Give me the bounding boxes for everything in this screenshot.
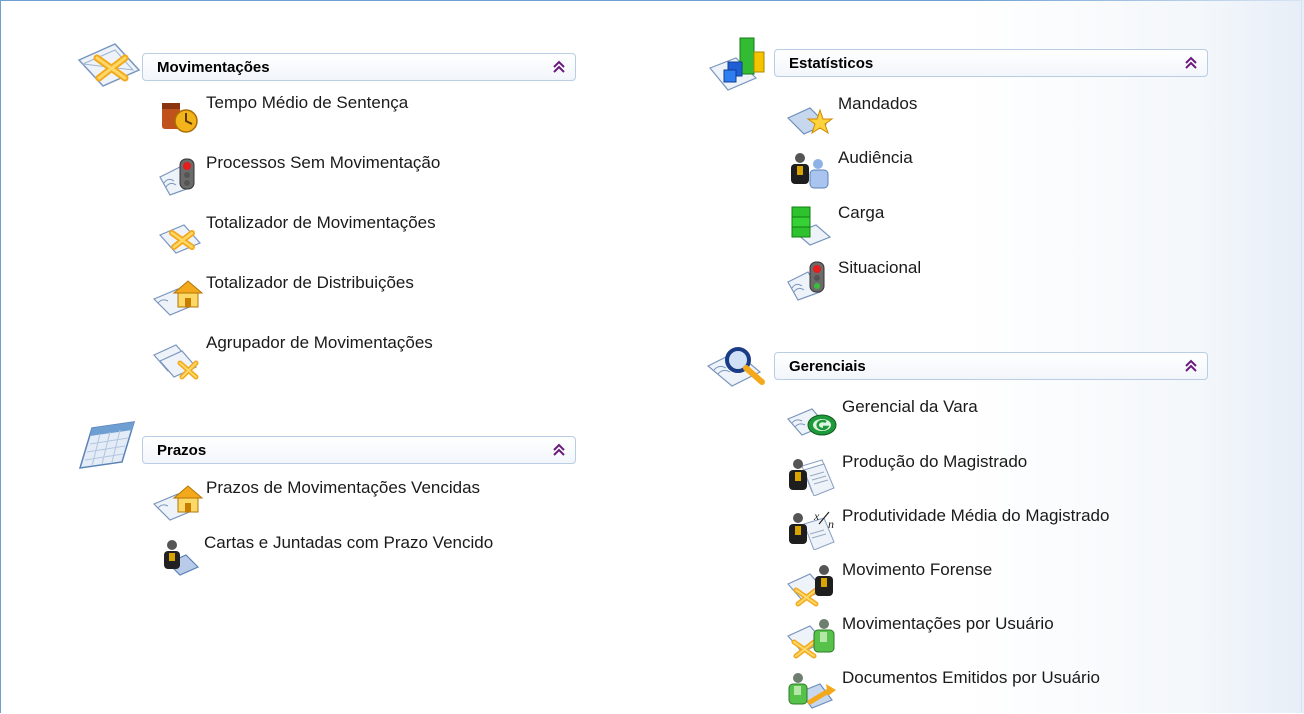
- menu-item-situacional[interactable]: Situacional: [786, 258, 986, 301]
- menu-item-label: Totalizador de Distribuições: [206, 273, 414, 292]
- magnifier-document-icon: [706, 347, 765, 387]
- menu-item-produtividade-media-magistrado[interactable]: x n Produtividade Média do Magistrado: [786, 506, 1186, 550]
- menu-item-label: Totalizador de Movimentações: [206, 213, 436, 232]
- traffic-light-document-icon: [787, 261, 825, 301]
- menu-item-label: Gerencial da Vara: [842, 397, 978, 416]
- section-title: Estatísticos: [789, 54, 874, 72]
- menu-item-audiencia[interactable]: Audiência: [786, 148, 986, 189]
- clock-gavel-icon: [162, 103, 198, 133]
- star-document-icon: [786, 107, 834, 135]
- person-average-icon: x n: [789, 509, 835, 550]
- menu-item-label: Prazos de Movimentações Vencidas: [206, 478, 481, 497]
- calendar-icon: [78, 421, 136, 469]
- menu-item-label: Processos Sem Movimentação: [206, 153, 441, 172]
- svg-text:n: n: [828, 517, 834, 531]
- menu-item-label: Movimento Forense: [842, 560, 993, 579]
- section-title: Gerenciais: [789, 357, 866, 375]
- collapse-icon[interactable]: [1183, 55, 1199, 71]
- menu-item-label: Mandados: [838, 94, 918, 113]
- user-arrows-document-icon: [787, 619, 835, 659]
- collapse-icon[interactable]: [551, 442, 567, 458]
- menu-item-cartas-juntadas-prazo-vencido[interactable]: Cartas e Juntadas com Prazo Vencido: [158, 533, 578, 576]
- menu-item-processos-sem-movimentacao[interactable]: Processos Sem Movimentação: [158, 153, 518, 196]
- svg-text:x: x: [813, 509, 820, 523]
- menu-item-documentos-emitidos-por-usuario[interactable]: Documentos Emitidos por Usuário: [786, 668, 1186, 709]
- menu-item-label: Movimentações por Usuário: [842, 614, 1054, 633]
- collapse-icon[interactable]: [551, 59, 567, 75]
- section-header-gerenciais[interactable]: Gerenciais: [774, 352, 1208, 380]
- traffic-light-document-icon: [159, 158, 195, 196]
- section-header-prazos[interactable]: Prazos: [142, 436, 576, 464]
- menu-item-movimentacoes-por-usuario[interactable]: Movimentações por Usuário: [786, 614, 1146, 659]
- section-header-estatisticos[interactable]: Estatísticos: [774, 49, 1208, 77]
- menu-item-gerencial-vara[interactable]: Gerencial da Vara: [786, 397, 1046, 436]
- menu-item-label: Documentos Emitidos por Usuário: [842, 668, 1100, 687]
- menu-item-label: Agrupador de Movimentações: [206, 333, 433, 352]
- person-documents-icon: [789, 459, 835, 496]
- collapse-icon[interactable]: [1183, 358, 1199, 374]
- section-header-movimentacoes[interactable]: Movimentações: [142, 53, 576, 81]
- menu-item-totalizador-distribuicoes[interactable]: Totalizador de Distribuições: [152, 273, 512, 316]
- user-document-arrow-icon: [788, 673, 836, 709]
- house-document-icon: [152, 280, 204, 316]
- menu-item-carga[interactable]: Carga: [786, 203, 986, 246]
- menu-item-tempo-medio-sentenca[interactable]: Tempo Médio de Sentença: [158, 93, 478, 133]
- menu-item-prazos-movimentacoes-vencidas[interactable]: Prazos de Movimentações Vencidas: [152, 478, 552, 521]
- menu-item-label: Produtividade Média do Magistrado: [842, 506, 1110, 525]
- person-arrows-icon: [787, 565, 833, 607]
- two-people-icon: [791, 153, 829, 189]
- person-envelope-icon: [164, 540, 200, 576]
- menu-item-mandados[interactable]: Mandados: [786, 94, 986, 135]
- grouped-arrows-document-icon: [153, 344, 199, 380]
- section-title: Movimentações: [157, 58, 270, 76]
- menu-item-label: Produção do Magistrado: [842, 452, 1028, 471]
- arrows-document-icon: [158, 224, 202, 254]
- section-title: Prazos: [157, 441, 207, 459]
- menu-item-label: Carga: [838, 203, 885, 222]
- menu-item-producao-magistrado[interactable]: Produção do Magistrado: [786, 452, 1106, 496]
- green-stack-document-icon: [791, 206, 832, 246]
- menu-item-label: Audiência: [838, 148, 913, 167]
- menu-item-movimento-forense[interactable]: Movimento Forense: [786, 560, 1086, 607]
- bar-chart-cubes-icon: [709, 37, 765, 91]
- green-g-document-icon: [786, 408, 837, 436]
- menu-item-label: Situacional: [838, 258, 922, 277]
- house-document-icon: [152, 485, 204, 521]
- menu-item-label: Tempo Médio de Sentença: [206, 93, 409, 112]
- menu-item-agrupador-movimentacoes[interactable]: Agrupador de Movimentações: [152, 333, 512, 380]
- menu-item-totalizador-movimentacoes[interactable]: Totalizador de Movimentações: [158, 213, 518, 254]
- arrows-document-section-icon: [77, 43, 141, 87]
- menu-item-label: Cartas e Juntadas com Prazo Vencido: [204, 533, 494, 552]
